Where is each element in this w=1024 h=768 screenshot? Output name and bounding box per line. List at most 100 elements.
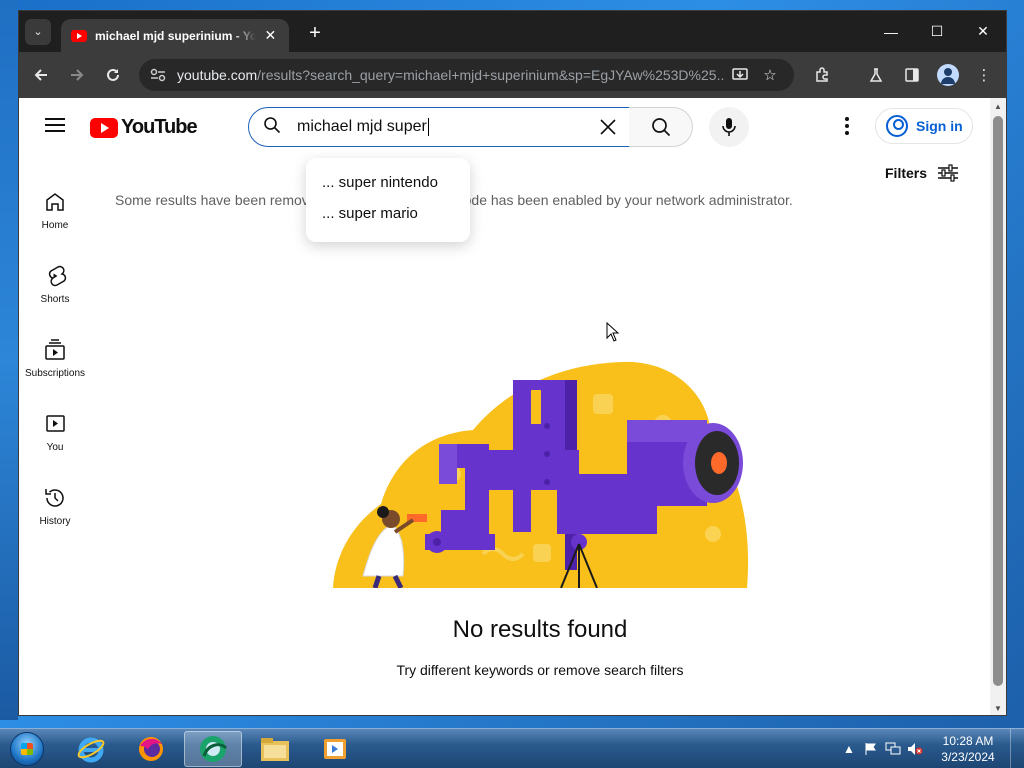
windows-logo-icon — [10, 732, 44, 766]
browser-toolbar: youtube.com/results?search_query=michael… — [19, 52, 1006, 98]
logo-text: YouTube — [121, 116, 198, 138]
network-icon[interactable] — [882, 738, 904, 760]
guide-item-subscriptions[interactable]: Subscriptions — [19, 322, 91, 396]
arrow-left-icon — [34, 69, 47, 81]
suggestion-item[interactable]: ... super mario — [306, 201, 470, 232]
taskbar-media-player[interactable] — [306, 731, 364, 767]
taskbar-active-app[interactable] — [184, 731, 242, 767]
profile-avatar-icon — [937, 64, 959, 86]
toolbar-actions: ⋮ — [806, 59, 1000, 91]
new-tab-button[interactable]: + — [303, 22, 327, 45]
suggestion-item[interactable]: ... super nintendo — [306, 170, 470, 201]
clock-time: 10:28 AM — [942, 734, 994, 748]
title-bar: ⌄ michael mjd superinium - YouTube ✕ + —… — [19, 11, 1006, 52]
url-text: youtube.com/results?search_query=michael… — [177, 67, 725, 83]
search-suggestions: ... super nintendo ... super mario — [306, 158, 470, 242]
no-results-subtitle: Try different keywords or remove search … — [396, 662, 684, 678]
folder-icon — [261, 738, 289, 761]
text-caret — [427, 117, 429, 136]
browser-window: ⌄ michael mjd superinium - YouTube ✕ + —… — [18, 10, 1007, 716]
clock-date: 3/23/2024 — [941, 750, 995, 764]
search-query-value: michael mjd super — [297, 118, 427, 136]
masthead: YouTube michael mjd super Sign in — [19, 98, 991, 154]
internet-explorer-icon — [77, 737, 105, 763]
install-app-icon[interactable] — [725, 60, 755, 90]
browser-tab[interactable]: michael mjd superinium - YouTube ✕ — [61, 19, 289, 52]
window-controls: — ☐ ✕ — [868, 11, 1006, 52]
extensions-icon[interactable] — [806, 59, 838, 91]
url-host: youtube.com — [177, 67, 258, 83]
reload-button[interactable] — [95, 57, 131, 93]
desktop-background — [0, 0, 18, 720]
url-path: /results?search_query=michael+mjd+superi… — [257, 67, 725, 83]
maximize-button[interactable]: ☐ — [914, 11, 960, 52]
minimize-button[interactable]: — — [868, 11, 914, 52]
volume-muted-icon[interactable] — [904, 738, 926, 760]
taskbar-file-explorer[interactable] — [246, 731, 304, 767]
filters-label: Filters — [885, 165, 928, 181]
mouse-cursor-icon — [606, 322, 620, 342]
scroll-thumb[interactable] — [993, 116, 1003, 686]
search-input[interactable]: michael mjd super — [248, 107, 630, 147]
tab-close-icon[interactable]: ✕ — [262, 27, 279, 44]
side-panel-icon[interactable] — [896, 59, 928, 91]
no-results-illustration — [333, 361, 749, 588]
scroll-down-icon[interactable]: ▼ — [994, 704, 1002, 713]
search-query-text: michael mjd super — [297, 117, 429, 136]
taskbar-firefox[interactable] — [122, 731, 180, 767]
browser-menu-icon[interactable]: ⋮ — [968, 59, 1000, 91]
show-desktop-button[interactable] — [1010, 729, 1024, 768]
address-bar[interactable]: youtube.com/results?search_query=michael… — [139, 59, 794, 91]
action-center-flag-icon[interactable] — [860, 738, 882, 760]
system-tray: ▲ 10:28 AM 3/23/2024 — [838, 729, 1024, 768]
account-circle-icon — [886, 115, 908, 137]
guide-menu-icon[interactable] — [43, 114, 67, 138]
labs-flask-icon[interactable] — [860, 59, 892, 91]
start-button[interactable] — [6, 731, 48, 767]
sign-in-button[interactable]: Sign in — [875, 108, 973, 144]
guide-label-subscriptions: Subscriptions — [24, 368, 86, 379]
voice-search-button[interactable] — [709, 107, 749, 147]
back-button[interactable] — [23, 57, 59, 93]
site-info-icon[interactable] — [147, 64, 169, 86]
chrome-app-icon — [200, 736, 228, 762]
media-player-icon — [324, 739, 346, 759]
firefox-icon — [139, 737, 163, 761]
youtube-favicon-icon — [71, 29, 87, 42]
reload-icon — [107, 68, 119, 81]
scroll-up-icon[interactable]: ▲ — [994, 102, 1002, 111]
home-icon — [46, 193, 64, 211]
youtube-page: YouTube michael mjd super Sign in Home S… — [19, 98, 991, 715]
taskbar-clock[interactable]: 10:28 AM 3/23/2024 — [930, 733, 1006, 765]
you-icon — [46, 415, 65, 432]
clear-search-icon[interactable] — [595, 114, 621, 140]
guide-item-history[interactable]: History — [19, 470, 91, 544]
sign-in-label: Sign in — [916, 118, 963, 134]
search-button[interactable] — [629, 107, 693, 147]
guide-item-home[interactable]: Home — [19, 174, 91, 248]
profile-button[interactable] — [932, 59, 964, 91]
forward-button[interactable] — [59, 57, 95, 93]
page-scrollbar[interactable]: ▲ ▼ — [990, 98, 1006, 715]
shorts-icon — [48, 265, 67, 287]
close-window-button[interactable]: ✕ — [960, 11, 1006, 52]
chevron-down-icon: ⌄ — [33, 26, 43, 38]
youtube-logo[interactable]: YouTube — [90, 116, 198, 139]
settings-menu-icon[interactable] — [835, 114, 859, 138]
tab-search-button[interactable]: ⌄ — [25, 18, 51, 45]
subscriptions-icon — [45, 339, 65, 360]
bookmark-star-icon[interactable]: ☆ — [755, 60, 785, 90]
guide-item-you[interactable]: You — [19, 396, 91, 470]
history-icon — [45, 489, 64, 507]
guide-label-shorts: Shorts — [40, 294, 70, 305]
guide-label-you: You — [46, 442, 64, 453]
guide-label-history: History — [39, 516, 71, 527]
guide-label-home: Home — [41, 220, 69, 231]
no-results-title: No results found — [452, 616, 628, 643]
show-hidden-icons-icon[interactable]: ▲ — [838, 738, 860, 760]
taskbar-internet-explorer[interactable] — [62, 731, 120, 767]
taskbar: ▲ 10:28 AM 3/23/2024 — [0, 728, 1024, 768]
guide-item-shorts[interactable]: Shorts — [19, 248, 91, 322]
filters-button[interactable]: Filters — [885, 164, 959, 182]
